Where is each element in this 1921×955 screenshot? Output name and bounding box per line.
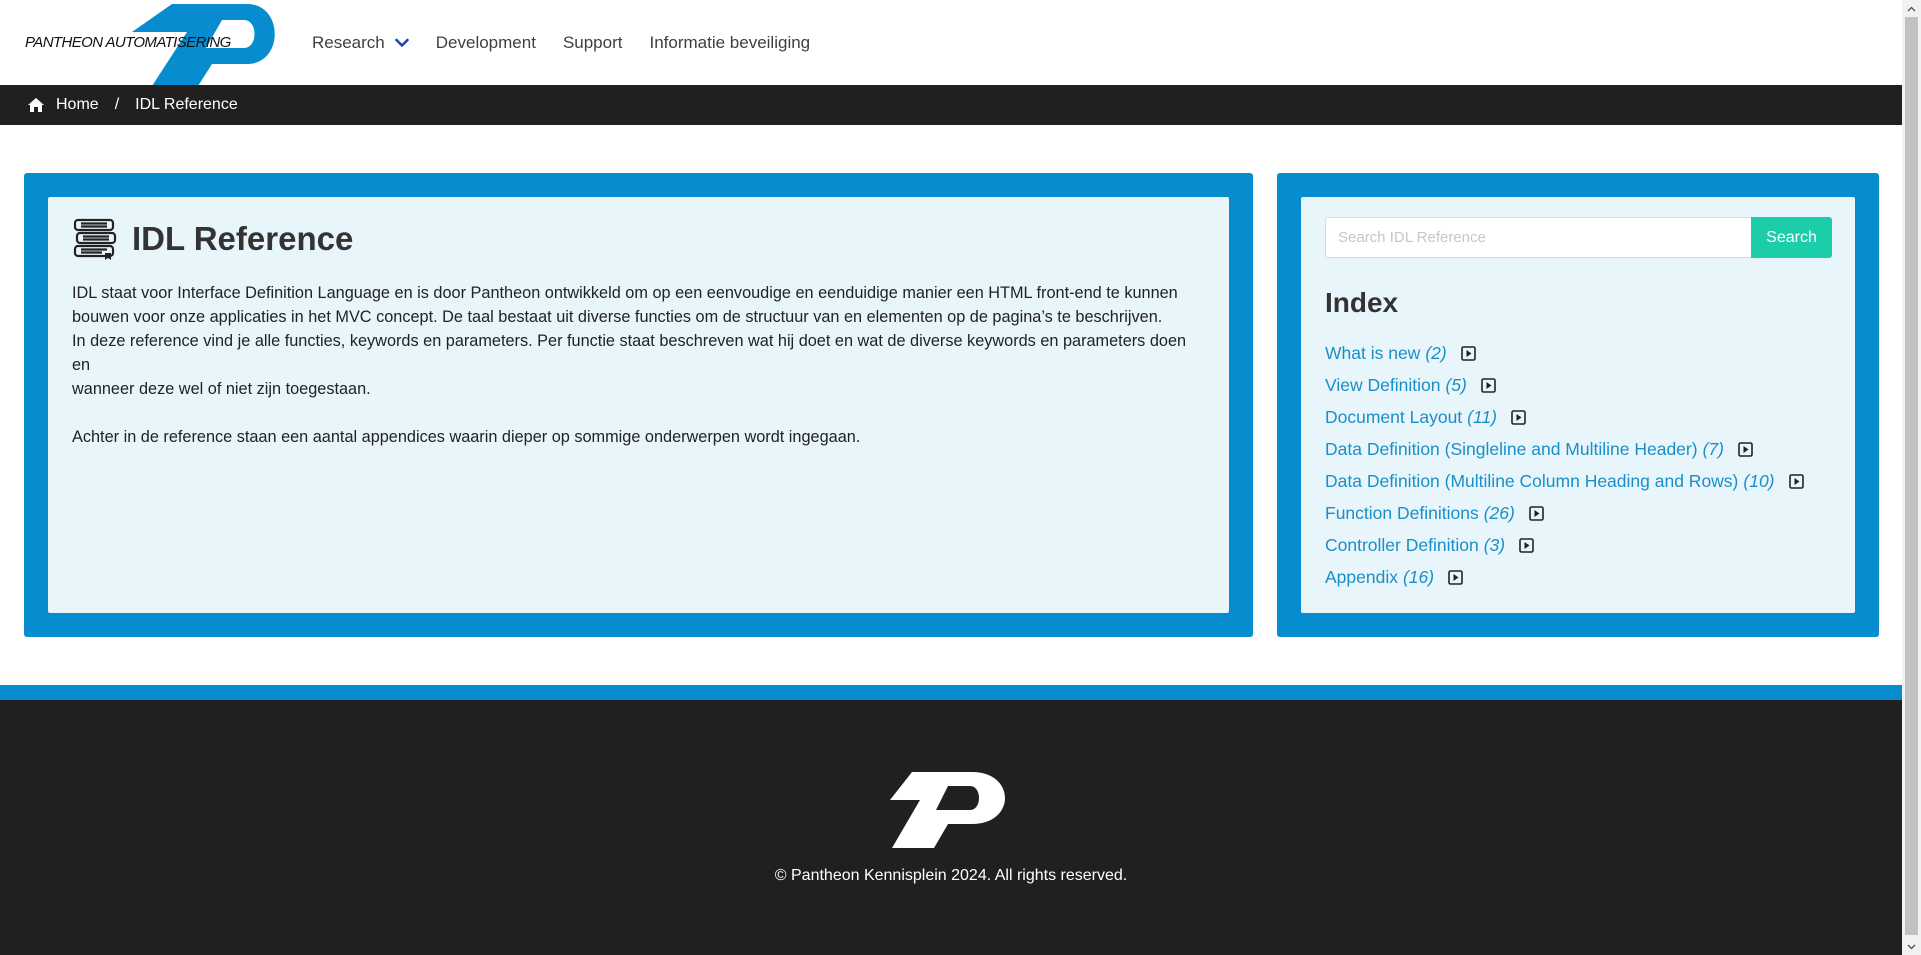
play-square-icon[interactable] <box>1529 505 1544 521</box>
play-square-icon[interactable] <box>1738 441 1753 457</box>
intro-line-1: IDL staat voor Interface Definition Lang… <box>72 284 1178 302</box>
index-item-count: (11) <box>1467 406 1497 427</box>
index-item-label: Data Definition (Singleline and Multilin… <box>1325 438 1698 459</box>
content-card-inner: IDL Reference IDL staat voor Interface D… <box>48 197 1229 613</box>
index-item-count: (2) <box>1425 342 1447 363</box>
title-row: IDL Reference <box>72 217 353 261</box>
index-item-label: What is new <box>1325 342 1421 363</box>
index-item-count: (16) <box>1402 566 1435 587</box>
books-icon <box>73 218 117 260</box>
search-form: Search <box>1325 217 1832 258</box>
breadcrumb-current: IDL Reference <box>135 96 238 113</box>
page-title: IDL Reference <box>132 220 354 257</box>
top-navbar: PANTHEON AUTOMATISERING Research Develop… <box>0 0 1902 86</box>
index-item-data-definition-multiline[interactable]: Data Definition (Multiline Column Headin… <box>1325 465 1804 497</box>
search-button[interactable]: Search <box>1751 217 1832 258</box>
index-item-label: Appendix <box>1325 566 1398 587</box>
intro-text: IDL staat voor Interface Definition Lang… <box>72 281 1202 449</box>
index-item-label: Function Definitions <box>1325 502 1479 523</box>
vertical-scrollbar[interactable] <box>1902 0 1921 955</box>
index-item-what-is-new[interactable]: What is new (2) <box>1325 337 1804 369</box>
intro-line-2: bouwen voor onze applicaties in het MVC … <box>72 308 1163 326</box>
index-title: Index <box>1325 287 1399 318</box>
content-card: IDL Reference IDL staat voor Interface D… <box>24 173 1253 637</box>
play-square-icon[interactable] <box>1460 345 1476 361</box>
index-item-controller-definition[interactable]: Controller Definition (3) <box>1325 529 1804 561</box>
index-item-label: Controller Definition <box>1325 534 1479 555</box>
pantheon-logo[interactable]: PANTHEON AUTOMATISERING <box>22 4 278 86</box>
scroll-down-arrow-icon[interactable] <box>1902 938 1921 955</box>
appendix-note: Achter in de reference staan een aantal … <box>72 428 861 446</box>
index-list: What is new (2) View Definition (5) Docu… <box>1325 337 1804 593</box>
play-square-icon[interactable] <box>1448 569 1463 585</box>
scroll-up-arrow-icon[interactable] <box>1902 0 1921 17</box>
breadcrumb-home-link[interactable]: Home <box>56 96 99 114</box>
scrollbar-thumb[interactable] <box>1905 17 1918 935</box>
nav-development[interactable]: Development <box>436 33 536 53</box>
index-item-label: View Definition <box>1325 374 1441 395</box>
home-icon <box>28 98 44 112</box>
copyright-text: © Pantheon Kennisplein 2024. All rights … <box>774 867 1128 884</box>
logo-text: PANTHEON AUTOMATISERING <box>25 34 231 51</box>
footer-logo <box>890 772 1005 848</box>
footer: © Pantheon Kennisplein 2024. All rights … <box>0 700 1902 955</box>
index-item-count: (26) <box>1483 502 1515 523</box>
play-square-icon[interactable] <box>1519 537 1534 553</box>
index-card-inner: Search Index What is new (2) View Defini… <box>1301 197 1855 613</box>
nav-research-label: Research <box>312 32 385 52</box>
nav-support[interactable]: Support <box>563 33 623 53</box>
play-square-icon[interactable] <box>1511 409 1526 425</box>
intro-line-3: In deze reference vind je alle functies,… <box>72 332 1187 374</box>
index-item-count: (3) <box>1483 534 1506 555</box>
intro-line-4: wanneer deze wel of niet zijn toegestaan… <box>72 380 371 398</box>
main-nav: Research Development Support Informatie … <box>312 0 837 85</box>
index-card: Search Index What is new (2) View Defini… <box>1277 173 1879 637</box>
index-item-data-definition-singleline[interactable]: Data Definition (Singleline and Multilin… <box>1325 433 1804 465</box>
footer-stripe <box>0 685 1902 700</box>
breadcrumb: Home / IDL Reference <box>0 85 1902 125</box>
breadcrumb-separator: / <box>114 96 120 113</box>
index-item-count: (7) <box>1702 438 1724 459</box>
chevron-down-icon <box>394 38 409 47</box>
index-item-count: (5) <box>1445 374 1467 395</box>
index-item-document-layout[interactable]: Document Layout (11) <box>1325 401 1804 433</box>
nav-research[interactable]: Research <box>312 33 409 53</box>
index-item-label: Document Layout <box>1325 406 1463 427</box>
play-square-icon[interactable] <box>1788 473 1804 489</box>
index-item-label: Data Definition (Multiline Column Headin… <box>1325 470 1739 491</box>
index-item-count: (10) <box>1743 470 1775 491</box>
index-item-appendix[interactable]: Appendix (16) <box>1325 561 1804 593</box>
nav-informatie-beveiliging[interactable]: Informatie beveiliging <box>649 33 810 53</box>
index-item-view-definition[interactable]: View Definition (5) <box>1325 369 1804 401</box>
play-square-icon[interactable] <box>1481 377 1496 393</box>
index-item-function-definitions[interactable]: Function Definitions (26) <box>1325 497 1804 529</box>
search-input[interactable] <box>1325 217 1751 258</box>
